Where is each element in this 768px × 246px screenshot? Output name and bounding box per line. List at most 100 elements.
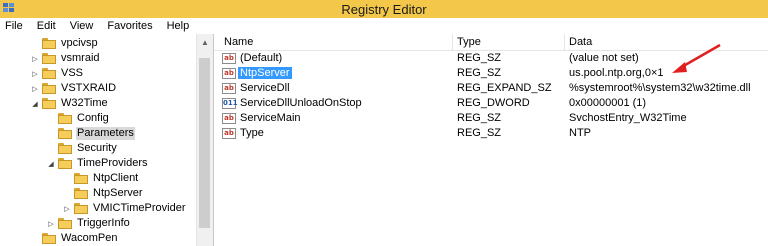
tree-item[interactable]: ▷ VMICTimeProvider [62,201,187,216]
value-row[interactable]: ab Type REG_SZ NTP [214,126,768,141]
list-header: Name Type Data [214,34,768,51]
value-type: REG_SZ [457,67,502,79]
value-name: (Default) [240,52,283,64]
menu-file[interactable]: File [0,20,31,32]
expand-arrow-icon [46,128,56,140]
string-value-icon: ab [222,67,236,79]
tree-item-label: VMICTimeProvider [93,202,186,214]
key-tree-pane[interactable]: vpcivsp ▷ vsmraid ▷ VSS ▷ VSTXRAID ◢ W32Time Conf… [0,34,214,246]
expand-arrow-icon[interactable]: ▷ [30,53,40,65]
folder-icon [58,113,72,124]
expand-arrow-icon[interactable]: ▷ [30,68,40,80]
value-row[interactable]: ab ServiceDll REG_EXPAND_SZ %systemroot%\sy… [214,81,768,96]
tree-item[interactable]: WacomPen [30,231,118,246]
tree-item-label: vsmraid [61,52,100,64]
collapse-arrow-icon[interactable]: ◢ [46,158,56,170]
tree-scrollbar[interactable]: ▲ [196,34,213,246]
tree-item[interactable]: ◢ TimeProviders [46,156,149,171]
title-bar: Registry Editor [0,0,768,18]
scroll-thumb[interactable] [199,58,210,228]
expand-arrow-icon [30,233,40,245]
tree-item-label: Config [77,112,109,124]
string-value-icon: ab [222,112,236,124]
expand-arrow-icon [62,188,72,200]
menu-favorites[interactable]: Favorites [101,20,160,32]
folder-icon [42,38,56,49]
column-divider[interactable] [564,34,565,50]
folder-icon [42,53,56,64]
value-data: (value not set) [569,52,639,64]
folder-icon [58,218,72,229]
expand-arrow-icon[interactable]: ▷ [62,203,72,215]
tree-item-label: VSTXRAID [61,82,117,94]
menu-help[interactable]: Help [161,20,198,32]
value-name-cell: ab NtpServer [214,67,292,79]
values-list-pane[interactable]: Name Type Data ab (Default) REG_SZ (value n… [214,34,768,246]
menu-view[interactable]: View [64,20,102,32]
tree-item-label: TimeProviders [77,157,148,169]
value-name: NtpServer [238,67,292,79]
value-data: 0x00000001 (1) [569,97,647,109]
folder-icon [74,173,88,184]
value-name: ServiceDll [240,82,290,94]
tree-item-label: VSS [61,67,84,79]
column-header-type[interactable]: Type [457,36,481,50]
folder-icon [42,83,56,94]
value-name: Type [240,127,264,139]
expand-arrow-icon[interactable]: ▷ [30,83,40,95]
tree-item-label: NtpClient [93,172,139,184]
tree-item[interactable]: ◢ W32Time [30,96,109,111]
value-name-cell: 011 ServiceDllUnloadOnStop [214,97,364,109]
tree-item-label: Parameters [76,127,135,140]
tree-item[interactable]: vpcivsp [30,36,99,51]
value-type: REG_SZ [457,127,502,139]
folder-icon [74,203,88,214]
tree-item[interactable]: Config [46,111,110,126]
tree-item[interactable]: NtpClient [62,171,139,186]
column-header-data[interactable]: Data [569,36,592,50]
value-data: NTP [569,127,591,139]
value-type: REG_EXPAND_SZ [457,82,552,94]
column-header-name[interactable]: Name [224,36,253,50]
value-name-cell: ab Type [214,127,266,139]
value-type: REG_SZ [457,112,502,124]
collapse-arrow-icon[interactable]: ◢ [30,98,40,110]
value-row[interactable]: 011 ServiceDllUnloadOnStop REG_DWORD 0x0000… [214,96,768,111]
tree-item-label: NtpServer [93,187,143,199]
value-name-cell: ab ServiceDll [214,82,292,94]
value-name: ServiceMain [240,112,301,124]
tree-item[interactable]: ▷ VSS [30,66,84,81]
string-value-icon: ab [222,82,236,94]
tree-item-label: WacomPen [61,232,118,244]
tree-item[interactable]: NtpServer [62,186,144,201]
value-name: ServiceDllUnloadOnStop [240,97,362,109]
folder-icon [58,158,72,169]
value-data: SvchostEntry_W32Time [569,112,687,124]
tree-item[interactable]: ▷ VSTXRAID [30,81,117,96]
column-divider[interactable] [452,34,453,50]
expand-arrow-icon[interactable]: ▷ [46,218,56,230]
tree-item[interactable]: Security [46,141,118,156]
binary-value-icon: 011 [222,97,238,109]
tree-item[interactable]: Parameters [46,126,135,141]
expand-arrow-icon [46,113,56,125]
value-data: %systemroot%\system32\w32time.dll [569,82,751,94]
folder-icon [42,68,56,79]
tree-item-label: vpcivsp [61,37,98,49]
tree-item[interactable]: ▷ vsmraid [30,51,101,66]
tree-item[interactable]: ▷ TriggerInfo [46,216,131,231]
value-type: REG_DWORD [457,97,530,109]
value-name-cell: ab (Default) [214,52,284,64]
scroll-up-icon[interactable]: ▲ [197,34,213,50]
menu-edit[interactable]: Edit [31,20,64,32]
menu-bar: File Edit View Favorites Help [0,18,768,34]
folder-icon [42,98,56,109]
value-row[interactable]: ab ServiceMain REG_SZ SvchostEntry_W32Time [214,111,768,126]
value-row[interactable]: ab (Default) REG_SZ (value not set) [214,51,768,66]
folder-icon [58,143,72,154]
tree-item-label: W32Time [61,97,108,109]
expand-arrow-icon [46,143,56,155]
value-row[interactable]: ab NtpServer REG_SZ us.pool.ntp.org,0×1 [214,66,768,81]
string-value-icon: ab [222,52,236,64]
tree-item-label: Security [77,142,117,154]
